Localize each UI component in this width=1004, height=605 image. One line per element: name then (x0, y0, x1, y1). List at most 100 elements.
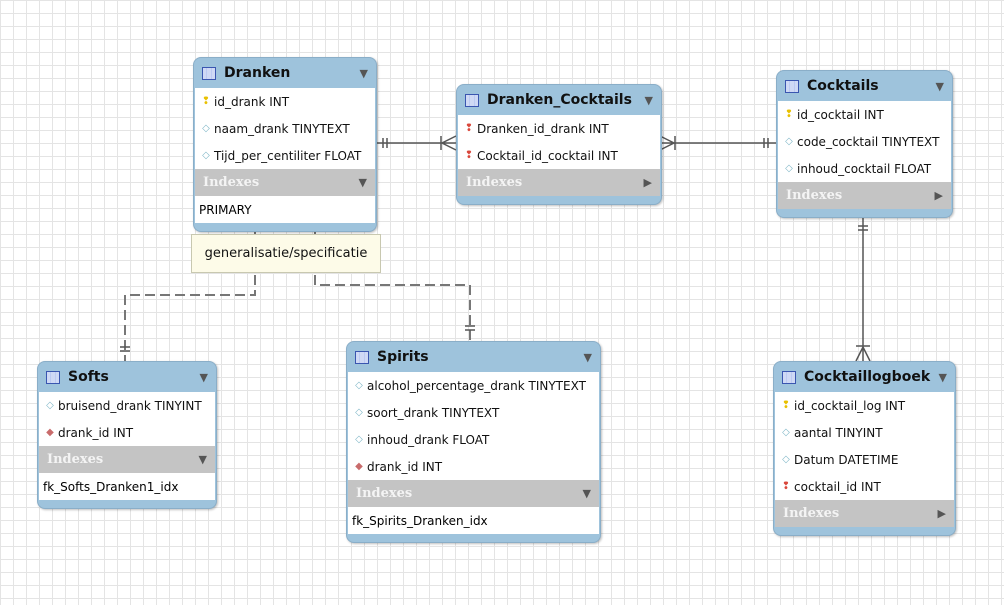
column-icon: ◇ (782, 454, 790, 465)
key-icon: ❢ (201, 96, 211, 107)
rel-cocktails-log (855, 217, 871, 362)
table-icon (465, 93, 479, 107)
column-name: soort_drank TINYTEXT (367, 405, 500, 420)
foreign-key-column-icon: ◆ (355, 461, 363, 472)
index-row[interactable]: PRIMARY (195, 196, 375, 223)
column-row[interactable]: ◇ naam_drank TINYTEXT (195, 115, 375, 142)
chevron-down-icon[interactable]: ▼ (199, 453, 207, 466)
column-row[interactable]: ❢ Cocktail_id_cocktail INT (458, 142, 660, 169)
column-icon: ◇ (785, 163, 793, 174)
table-title: Cocktaillogboek (804, 369, 931, 385)
foreign-key-icon: ❢ (781, 481, 791, 492)
chevron-right-icon[interactable]: ▶ (935, 189, 943, 202)
collapse-arrow-icon[interactable]: ▼ (584, 351, 592, 364)
column-row[interactable]: ◇ code_cocktail TINYTEXT (778, 128, 951, 155)
column-icon: ◇ (202, 150, 210, 161)
table-footer (194, 223, 376, 231)
column-row[interactable]: ❢ id_cocktail_log INT (775, 392, 954, 419)
column-row[interactable]: ◇ inhoud_cocktail FLOAT (778, 155, 951, 182)
column-name: inhoud_cocktail FLOAT (797, 161, 932, 176)
collapse-arrow-icon[interactable]: ▼ (939, 371, 947, 384)
collapse-arrow-icon[interactable]: ▼ (936, 80, 944, 93)
column-name: alcohol_percentage_drank TINYTEXT (367, 378, 586, 393)
column-row[interactable]: ◇ bruisend_drank TINYINT (39, 392, 215, 419)
column-name: cocktail_id INT (794, 479, 881, 494)
column-row[interactable]: ◇ inhoud_drank FLOAT (348, 426, 599, 453)
chevron-down-icon[interactable]: ▼ (583, 487, 591, 500)
table-softs[interactable]: Softs ▼ ◇ bruisend_drank TINYINT ◆ drank_id I… (37, 361, 217, 509)
table-header[interactable]: Softs ▼ (38, 362, 216, 392)
column-row[interactable]: ❢ id_cocktail INT (778, 101, 951, 128)
indexes-section[interactable]: Indexes ▼ (39, 446, 215, 473)
index-row[interactable]: fk_Spirits_Dranken_idx (348, 507, 599, 534)
foreign-key-column-icon: ◆ (46, 427, 54, 438)
foreign-key-icon: ❢ (464, 123, 474, 134)
column-row[interactable]: ◇ aantal TINYINT (775, 419, 954, 446)
column-row[interactable]: ◆ drank_id INT (39, 419, 215, 446)
table-header[interactable]: Dranken ▼ (194, 58, 376, 88)
generalisatie-note[interactable]: generalisatie/specificatie (191, 234, 381, 273)
table-icon (202, 66, 216, 80)
column-row[interactable]: ◇ Tijd_per_centiliter FLOAT (195, 142, 375, 169)
column-name: drank_id INT (367, 459, 443, 474)
column-name: Cocktail_id_cocktail INT (477, 148, 618, 163)
key-icon: ❢ (781, 400, 791, 411)
column-row[interactable]: ❢ cocktail_id INT (775, 473, 954, 500)
column-name: drank_id INT (58, 425, 134, 440)
table-icon (46, 370, 60, 384)
table-dranken_cocktails[interactable]: Dranken_Cocktails ▼ ❢ Dranken_id_drank INT ❢… (456, 84, 662, 205)
table-title: Spirits (377, 349, 429, 365)
column-row[interactable]: ◇ Datum DATETIME (775, 446, 954, 473)
table-header[interactable]: Cocktaillogboek ▼ (774, 362, 955, 392)
chevron-down-icon[interactable]: ▼ (359, 176, 367, 189)
table-spirits[interactable]: Spirits ▼ ◇ alcohol_percentage_drank TINYTE… (346, 341, 601, 543)
column-name: bruisend_drank TINYINT (58, 398, 202, 413)
column-name: Dranken_id_drank INT (477, 121, 609, 136)
table-footer (38, 500, 216, 508)
column-name: aantal TINYINT (794, 425, 883, 440)
table-icon (785, 79, 799, 93)
column-row[interactable]: ◆ drank_id INT (348, 453, 599, 480)
table-title: Dranken_Cocktails (487, 92, 632, 108)
foreign-key-icon: ❢ (464, 150, 474, 161)
column-name: naam_drank TINYTEXT (214, 121, 350, 136)
collapse-arrow-icon[interactable]: ▼ (200, 371, 208, 384)
table-icon (782, 370, 796, 384)
column-name: id_cocktail INT (797, 107, 884, 122)
column-row[interactable]: ◇ alcohol_percentage_drank TINYTEXT (348, 372, 599, 399)
table-footer (777, 209, 952, 217)
column-icon: ◇ (782, 427, 790, 438)
column-name: inhoud_drank FLOAT (367, 432, 490, 447)
indexes-section[interactable]: Indexes ▼ (348, 480, 599, 507)
table-title: Dranken (224, 65, 291, 81)
table-header[interactable]: Spirits ▼ (347, 342, 600, 372)
column-icon: ◇ (355, 434, 363, 445)
rel-cocktails-dc (659, 135, 776, 151)
index-row[interactable]: fk_Softs_Dranken1_idx (39, 473, 215, 500)
chevron-right-icon[interactable]: ▶ (938, 507, 946, 520)
indexes-section[interactable]: Indexes ▼ (195, 169, 375, 196)
column-name: id_cocktail_log INT (794, 398, 906, 413)
table-footer (774, 527, 955, 535)
column-row[interactable]: ❢ id_drank INT (195, 88, 375, 115)
table-header[interactable]: Dranken_Cocktails ▼ (457, 85, 661, 115)
collapse-arrow-icon[interactable]: ▼ (360, 67, 368, 80)
table-footer (347, 534, 600, 542)
rel-dranken-dc (375, 135, 457, 151)
table-header[interactable]: Cocktails ▼ (777, 71, 952, 101)
indexes-section[interactable]: Indexes ▶ (775, 500, 954, 527)
column-name: code_cocktail TINYTEXT (797, 134, 940, 149)
column-row[interactable]: ◇ soort_drank TINYTEXT (348, 399, 599, 426)
indexes-section[interactable]: Indexes ▶ (778, 182, 951, 209)
collapse-arrow-icon[interactable]: ▼ (645, 94, 653, 107)
column-icon: ◇ (46, 400, 54, 411)
chevron-right-icon[interactable]: ▶ (644, 176, 652, 189)
column-row[interactable]: ❢ Dranken_id_drank INT (458, 115, 660, 142)
table-title: Softs (68, 369, 109, 385)
column-icon: ◇ (202, 123, 210, 134)
indexes-section[interactable]: Indexes ▶ (458, 169, 660, 196)
table-dranken[interactable]: Dranken ▼ ❢ id_drank INT ◇ naam_drank TINYTEX… (193, 57, 377, 232)
table-cocktaillogboek[interactable]: Cocktaillogboek ▼ ❢ id_cocktail_log INT ◇ aan… (773, 361, 956, 536)
table-cocktails[interactable]: Cocktails ▼ ❢ id_cocktail INT ◇ code_cocktail… (776, 70, 953, 218)
column-icon: ◇ (785, 136, 793, 147)
